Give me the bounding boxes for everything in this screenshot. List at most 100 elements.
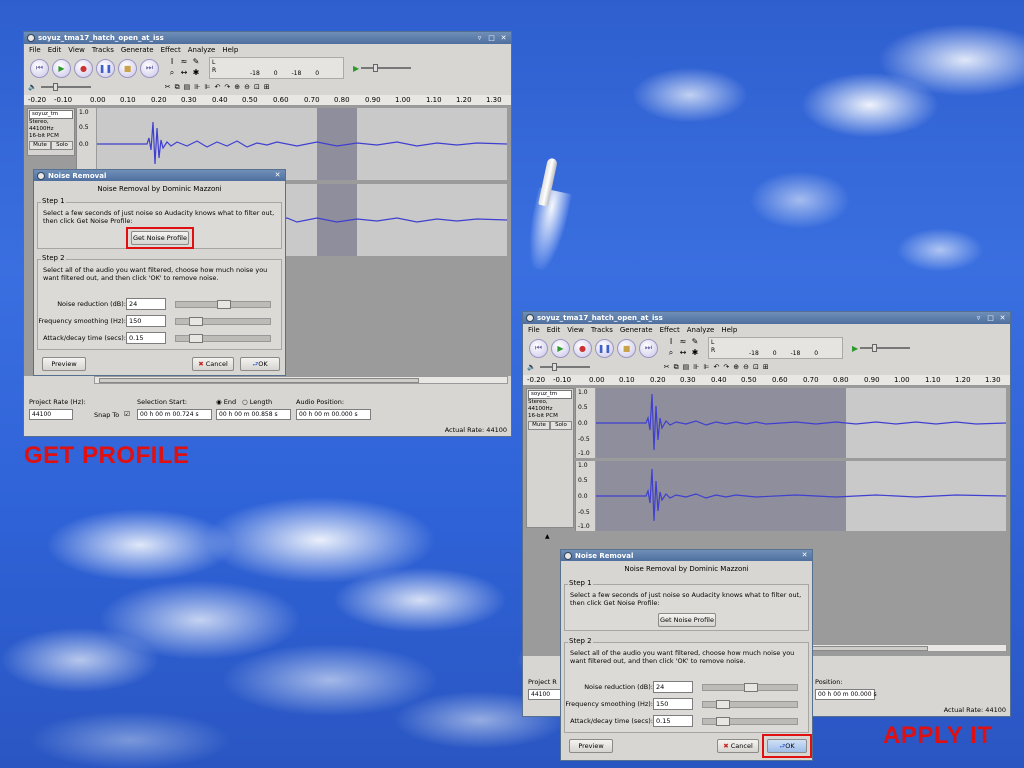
pause-icon[interactable]: ❚❚	[96, 58, 115, 78]
right-timeline-ruler[interactable]: -0.20 -0.10 0.00 0.10 0.20 0.30 0.40 0.5…	[523, 375, 1010, 386]
skip-end-icon[interactable]: ⏭	[639, 338, 658, 358]
menu-tracks[interactable]: Tracks	[591, 326, 613, 334]
ok-button[interactable]: ⮐OK	[240, 357, 280, 371]
track-name-menu[interactable]: soyuz_tm	[528, 390, 572, 399]
close-icon[interactable]: ✕	[273, 171, 282, 180]
noise-reduction-field[interactable]: 24	[653, 681, 693, 693]
menu-generate[interactable]: Generate	[121, 46, 154, 54]
menu-tracks[interactable]: Tracks	[92, 46, 114, 54]
undo-icon[interactable]: ↶	[713, 363, 719, 371]
record-icon[interactable]: ●	[74, 58, 93, 78]
left-timeline-ruler[interactable]: -0.20 -0.10 0.00 0.10 0.20 0.30 0.40 0.5…	[24, 95, 511, 106]
frequency-smoothing-field[interactable]: 150	[653, 698, 693, 710]
get-noise-profile-button[interactable]: Get Noise Profile	[658, 613, 716, 627]
cut-icon[interactable]: ✂	[165, 83, 171, 91]
preview-button[interactable]: Preview	[569, 739, 613, 753]
redo-icon[interactable]: ↷	[723, 363, 729, 371]
length-radio[interactable]: ○ Length	[242, 398, 272, 406]
paste-icon[interactable]: ▤	[683, 363, 690, 371]
skip-start-icon[interactable]: ⏮	[529, 338, 548, 358]
trim-icon[interactable]: ⊪	[194, 83, 200, 91]
fit-selection-icon[interactable]: ⊡	[254, 83, 260, 91]
frequency-smoothing-slider[interactable]	[702, 700, 798, 709]
minimize-icon[interactable]: ▿	[974, 314, 983, 323]
menu-analyze[interactable]: Analyze	[188, 46, 216, 54]
attack-decay-field[interactable]: 0.15	[126, 332, 166, 344]
redo-icon[interactable]: ↷	[224, 83, 230, 91]
copy-icon[interactable]: ⧉	[674, 363, 679, 372]
cancel-button[interactable]: ✖ Cancel	[717, 739, 759, 753]
draw-tool-icon[interactable]: ✎	[190, 57, 202, 68]
undo-icon[interactable]: ↶	[214, 83, 220, 91]
play-icon[interactable]: ▶	[551, 338, 570, 358]
volume-slider[interactable]	[539, 363, 590, 371]
project-rate-select[interactable]: 44100	[29, 409, 73, 420]
frequency-smoothing-field[interactable]: 150	[126, 315, 166, 327]
selection-end-field[interactable]: 00 h 00 m 00.858 s	[216, 409, 291, 420]
fit-selection-icon[interactable]: ⊡	[753, 363, 759, 371]
stop-icon[interactable]: ■	[118, 58, 137, 78]
draw-tool-icon[interactable]: ✎	[689, 337, 701, 348]
preview-button[interactable]: Preview	[42, 357, 86, 371]
noise-reduction-slider[interactable]	[175, 300, 271, 309]
maximize-icon[interactable]: □	[986, 314, 995, 323]
menu-help[interactable]: Help	[721, 326, 737, 334]
play-icon[interactable]: ▶	[52, 58, 71, 78]
envelope-tool-icon[interactable]: ≈	[178, 57, 190, 68]
collapse-track-icon[interactable]: ▲	[545, 533, 550, 540]
noise-reduction-slider[interactable]	[702, 683, 798, 692]
menu-edit[interactable]: Edit	[48, 46, 62, 54]
close-icon[interactable]: ✕	[998, 314, 1007, 323]
menu-generate[interactable]: Generate	[620, 326, 653, 334]
close-icon[interactable]: ✕	[800, 551, 809, 560]
menu-file[interactable]: File	[29, 46, 41, 54]
cancel-button[interactable]: ✖ Cancel	[192, 357, 234, 371]
menu-effect[interactable]: Effect	[660, 326, 680, 334]
cut-icon[interactable]: ✂	[664, 363, 670, 371]
pause-icon[interactable]: ❚❚	[595, 338, 614, 358]
close-icon[interactable]: ✕	[499, 34, 508, 43]
menu-edit[interactable]: Edit	[547, 326, 561, 334]
select-tool-icon[interactable]: I	[665, 337, 677, 348]
attack-decay-slider[interactable]	[702, 717, 798, 726]
menu-view[interactable]: View	[567, 326, 584, 334]
skip-end-icon[interactable]: ⏭	[140, 58, 159, 78]
end-radio[interactable]: ◉ End	[216, 398, 236, 406]
silence-icon[interactable]: ⊫	[204, 83, 210, 91]
multi-tool-icon[interactable]: ✱	[190, 68, 202, 79]
snap-to-checkbox[interactable]: ☑	[124, 410, 130, 418]
audio-position-field[interactable]: 00 h 00 m 00.000 s	[296, 409, 371, 420]
minimize-icon[interactable]: ▿	[475, 34, 484, 43]
audio-position-field[interactable]: 00 h 00 m 00.000 s	[815, 689, 877, 700]
zoom-tool-icon[interactable]: ⌕	[166, 68, 178, 79]
skip-start-icon[interactable]: ⏮	[30, 58, 49, 78]
volume-slider[interactable]	[40, 83, 91, 91]
zoom-in-icon[interactable]: ⊕	[234, 83, 240, 91]
multi-tool-icon[interactable]: ✱	[689, 348, 701, 359]
noise-reduction-field[interactable]: 24	[126, 298, 166, 310]
select-tool-icon[interactable]: I	[166, 57, 178, 68]
track-name-menu[interactable]: soyuz_tm	[29, 110, 73, 119]
menu-view[interactable]: View	[68, 46, 85, 54]
menu-file[interactable]: File	[528, 326, 540, 334]
menu-effect[interactable]: Effect	[161, 46, 181, 54]
zoom-tool-icon[interactable]: ⌕	[665, 348, 677, 359]
mute-button[interactable]: Mute	[528, 421, 550, 430]
trim-icon[interactable]: ⊪	[693, 363, 699, 371]
paste-icon[interactable]: ▤	[184, 83, 191, 91]
copy-icon[interactable]: ⧉	[175, 83, 180, 92]
fit-project-icon[interactable]: ⊞	[763, 363, 769, 371]
right-meter[interactable]: L R -18 0 -18 0	[708, 337, 843, 359]
stop-icon[interactable]: ■	[617, 338, 636, 358]
left-meter[interactable]: L R -18 0 -18 0	[209, 57, 344, 79]
menu-analyze[interactable]: Analyze	[687, 326, 715, 334]
mute-button[interactable]: Mute	[29, 141, 51, 150]
attack-decay-slider[interactable]	[175, 334, 271, 343]
solo-button[interactable]: Solo	[51, 141, 73, 150]
zoom-out-icon[interactable]: ⊖	[244, 83, 250, 91]
menu-help[interactable]: Help	[222, 46, 238, 54]
timeshift-tool-icon[interactable]: ↔	[178, 68, 190, 79]
silence-icon[interactable]: ⊫	[703, 363, 709, 371]
envelope-tool-icon[interactable]: ≈	[677, 337, 689, 348]
fit-project-icon[interactable]: ⊞	[264, 83, 270, 91]
